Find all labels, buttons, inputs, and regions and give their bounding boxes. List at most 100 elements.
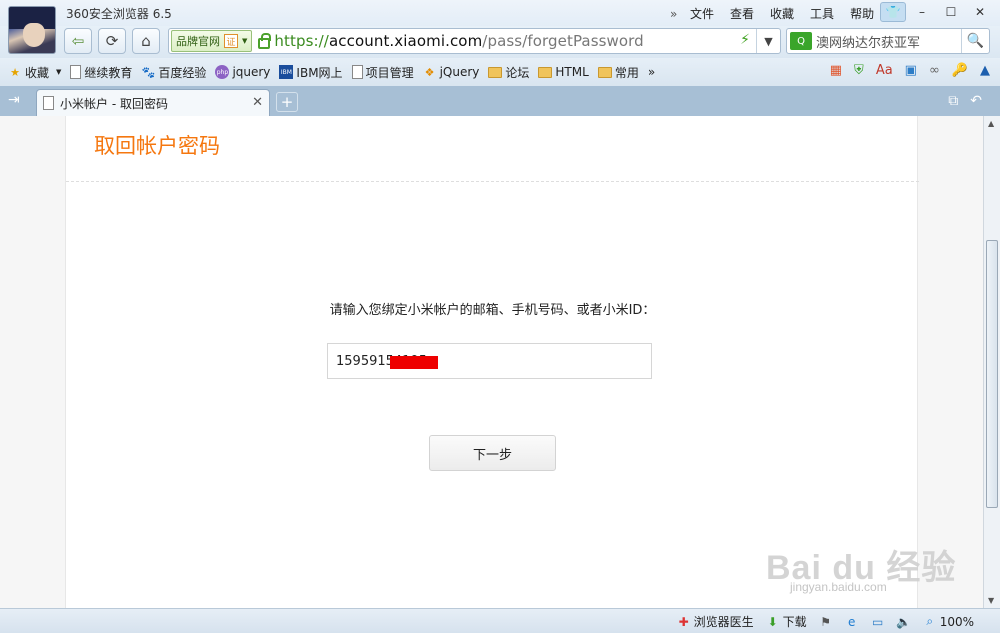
- url-host: account.xiaomi.com: [328, 32, 483, 50]
- user-avatar[interactable]: [8, 6, 56, 54]
- close-tab-icon[interactable]: ✕: [252, 95, 263, 110]
- bookmark-item[interactable]: 继续教育: [70, 64, 132, 81]
- user-profile-icon[interactable]: ▲: [980, 63, 990, 78]
- next-step-button[interactable]: 下一步: [429, 435, 556, 471]
- refresh-button[interactable]: ⟳: [98, 28, 126, 54]
- brand-label: 品牌官网: [176, 35, 220, 48]
- scroll-down-icon[interactable]: ▼: [988, 596, 994, 605]
- star-icon: ★: [10, 65, 20, 79]
- favorites-label: 收藏: [25, 65, 50, 80]
- search-engine-icon[interactable]: Q: [790, 32, 812, 50]
- favorites-menu[interactable]: ★ 收藏 ▼: [8, 64, 61, 81]
- bookmark-label: 百度经验: [158, 65, 207, 80]
- bookmark-item[interactable]: 项目管理: [351, 64, 414, 81]
- menu-view[interactable]: 查看: [730, 5, 754, 22]
- bookmark-folder[interactable]: 论坛: [488, 64, 529, 81]
- sidebar-toggle-icon[interactable]: ⇥: [8, 92, 20, 108]
- url-text[interactable]: https://account.xiaomi.com/pass/forgetPa…: [274, 32, 643, 50]
- browser-doctor[interactable]: ✚ 浏览器医生: [677, 613, 754, 630]
- bookmark-item[interactable]: php jquery: [215, 65, 270, 79]
- close-window-button[interactable]: ✕: [967, 2, 993, 22]
- menu-more-icon[interactable]: »: [670, 7, 690, 21]
- brand-official-badge[interactable]: 品牌官网 证 ▼: [171, 30, 253, 52]
- new-tab-button[interactable]: +: [276, 92, 298, 112]
- volume-icon[interactable]: 🔈: [896, 615, 911, 629]
- app-title: 360安全浏览器 6.5: [66, 7, 172, 21]
- search-box[interactable]: Q 澳网纳达尔获亚军 🔍: [786, 28, 990, 54]
- bookmarks-bar: ★ 收藏 ▼ 继续教育 🐾 百度经验 php jquery IBM IBM网上 …: [0, 58, 1000, 86]
- status-bar: ✚ 浏览器医生 ⬇ 下载 ⚑ e ▭ 🔈 ⌕ 100%: [0, 608, 1000, 633]
- bookmark-label: 继续教育: [84, 65, 133, 80]
- minimize-button[interactable]: –: [909, 2, 935, 22]
- downloads[interactable]: ⬇ 下载: [766, 613, 807, 630]
- bookmark-label: jQuery: [439, 65, 480, 79]
- account-input[interactable]: [327, 343, 652, 379]
- menu-favorites[interactable]: 收藏: [770, 5, 794, 22]
- jquery-icon: ❖: [424, 65, 435, 79]
- title-divider: [66, 181, 919, 182]
- page-icon: [351, 65, 363, 79]
- zoom-control[interactable]: ⌕ 100%: [923, 614, 974, 629]
- undo-close-icon[interactable]: ↶: [970, 93, 982, 109]
- back-button[interactable]: ⇦: [64, 28, 92, 54]
- page-icon: [70, 65, 82, 79]
- translate-icon[interactable]: Aa: [876, 63, 893, 78]
- php-icon: php: [215, 65, 230, 79]
- speed-mode-icon[interactable]: ⚡: [740, 32, 750, 48]
- folder-icon: [538, 66, 553, 78]
- lock-icon: [258, 32, 272, 49]
- window-icon[interactable]: ▭: [871, 615, 885, 629]
- restore-tabs-icon[interactable]: ⧉: [948, 93, 958, 109]
- screenshot-icon[interactable]: ▣: [905, 63, 917, 78]
- search-query[interactable]: 澳网纳达尔获亚军: [816, 32, 920, 51]
- page-title: 取回帐户密码: [94, 134, 220, 158]
- navigation-bar: ⇦ ⟳ ⌂ 品牌官网 证 ▼ https://account.xiaomi.co…: [0, 26, 1000, 58]
- zoom-level: 100%: [939, 614, 974, 629]
- apps-grid-icon[interactable]: ▦: [830, 63, 842, 78]
- money-shield-icon[interactable]: ⛨: [854, 63, 864, 78]
- download-label: 下载: [782, 615, 807, 629]
- scroll-up-icon[interactable]: ▲: [988, 119, 994, 128]
- window-controls: 👕 – ☐ ✕: [880, 2, 993, 22]
- speed-test-icon[interactable]: ⚑: [819, 615, 833, 629]
- address-bar[interactable]: 品牌官网 证 ▼ https://account.xiaomi.com/pass…: [168, 28, 781, 54]
- gesture-icon[interactable]: ∞: [929, 63, 940, 78]
- ibm-icon: IBM: [279, 65, 294, 79]
- bookmark-label: 常用: [614, 65, 639, 80]
- watermark-url: jingyan.baidu.com: [790, 580, 887, 594]
- key-icon[interactable]: 🔑: [952, 63, 968, 78]
- search-icon[interactable]: 🔍: [961, 29, 989, 53]
- page-icon: [43, 96, 54, 110]
- tab-xiaomi-account[interactable]: 小米帐户 - 取回密码 ✕: [36, 89, 270, 116]
- bookmark-folder[interactable]: HTML: [538, 65, 589, 79]
- bookmark-folder[interactable]: 常用: [597, 64, 639, 81]
- menu-tools[interactable]: 工具: [810, 5, 834, 22]
- home-button[interactable]: ⌂: [132, 28, 160, 54]
- menu-help[interactable]: 帮助: [850, 5, 874, 22]
- bookmark-label: jquery: [232, 65, 271, 79]
- redaction-mark: [390, 356, 438, 369]
- title-bar: 360安全浏览器 6.5 » 文件 查看 收藏 工具 帮助 👕 – ☐ ✕: [0, 0, 1000, 54]
- page-viewport: 取回帐户密码 请输入您绑定小米帐户的邮箱、手机号码、或者小米ID： 下一步: [0, 116, 983, 608]
- bookmark-label: HTML: [555, 65, 589, 79]
- bookmarks-more-icon[interactable]: »: [648, 65, 655, 79]
- skin-icon[interactable]: 👕: [880, 2, 906, 22]
- tab-label: 小米帐户 - 取回密码: [60, 96, 168, 111]
- scroll-thumb[interactable]: [986, 240, 998, 508]
- menu-file[interactable]: 文件: [690, 5, 714, 22]
- browser-doctor-label: 浏览器医生: [693, 615, 754, 629]
- folder-icon: [488, 66, 503, 78]
- avatar-face: [23, 23, 45, 47]
- maximize-button[interactable]: ☐: [938, 2, 964, 22]
- bookmark-item[interactable]: 🐾 百度经验: [141, 64, 207, 81]
- ie-core-icon[interactable]: e: [845, 615, 859, 629]
- folder-icon: [597, 66, 612, 78]
- vertical-scrollbar[interactable]: ▲ ▼: [983, 116, 1000, 608]
- address-dropdown-icon[interactable]: ▼: [756, 29, 780, 53]
- bookmark-item[interactable]: ❖ jQuery: [423, 65, 480, 79]
- account-prompt: 请输入您绑定小米帐户的邮箱、手机号码、或者小米ID：: [329, 303, 656, 318]
- toolbar-extensions: ▦ ⛨ Aa ▣ ∞ 🔑 ▲: [830, 63, 990, 78]
- bookmark-item[interactable]: IBM IBM网上: [279, 64, 343, 81]
- bookmark-label: IBM网上: [296, 65, 343, 80]
- url-scheme: https://: [274, 32, 329, 50]
